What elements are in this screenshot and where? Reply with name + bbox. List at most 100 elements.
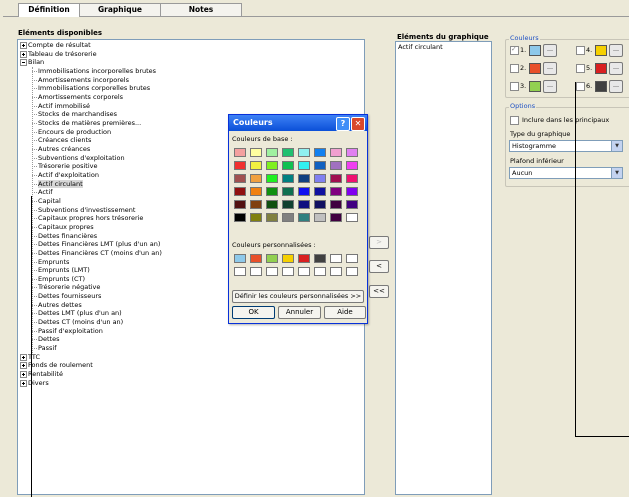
base-color-cell[interactable] [346,200,358,209]
tree-item[interactable]: Trésorerie négative [38,283,100,291]
tree-item[interactable]: Autres créances [38,145,90,153]
tree-item[interactable]: Subventions d'investissement [38,206,135,214]
color-swatch[interactable] [529,81,541,92]
base-color-cell[interactable] [330,200,342,209]
close-icon[interactable]: ✕ [351,117,365,131]
tree-item[interactable]: Capitaux propres hors trésorerie [38,214,143,222]
custom-color-cell[interactable] [266,254,278,263]
base-color-cell[interactable] [330,187,342,196]
base-color-cell[interactable] [266,148,278,157]
tree-item[interactable]: Amortissements corporels [38,93,123,101]
help-button[interactable]: Aide [324,306,366,319]
base-color-cell[interactable] [298,148,310,157]
tree-item[interactable]: Dettes LMT (plus d'un an) [38,309,122,317]
tree-item[interactable]: Dettes CT (moins d'un an) [38,318,123,326]
base-color-cell[interactable] [346,213,358,222]
custom-color-cell[interactable] [282,267,294,276]
base-color-cell[interactable] [314,148,326,157]
base-color-cell[interactable] [250,187,262,196]
custom-color-cell[interactable] [298,254,310,263]
base-color-cell[interactable] [314,187,326,196]
tree-item[interactable]: Dettes financières [38,232,97,240]
color-swatch[interactable] [595,81,607,92]
base-color-cell[interactable] [330,161,342,170]
include-main-checkbox[interactable] [510,116,519,125]
base-color-cell[interactable] [346,161,358,170]
define-custom-colors-button[interactable]: Définir les couleurs personnalisées >> [232,290,364,303]
tree-item[interactable]: Créances clients [38,136,91,144]
base-color-cell[interactable] [330,213,342,222]
tree-item[interactable]: Immobilisations corporelles brutes [38,84,150,92]
color-slot-checkbox[interactable] [510,64,519,73]
base-color-cell[interactable] [298,187,310,196]
tree-item[interactable]: Dettes Financières LMT (plus d'un an) [38,240,160,248]
base-color-cell[interactable] [330,174,342,183]
base-color-cell[interactable] [282,200,294,209]
expand-icon[interactable] [20,371,27,379]
tree-item[interactable]: Encours de production [38,128,111,136]
base-color-cell[interactable] [234,174,246,183]
color-slot-checkbox[interactable] [576,46,585,55]
color-picker-button[interactable]: … [609,62,623,75]
tree-item[interactable]: Trésorerie positive [38,162,97,170]
base-color-cell[interactable] [282,148,294,157]
color-slot-checkbox[interactable] [576,82,585,91]
color-picker-button[interactable]: … [543,62,557,75]
tree-item[interactable]: Dettes fournisseurs [38,292,101,300]
remove-element-button[interactable]: < [369,260,389,273]
color-slot-checkbox[interactable] [510,82,519,91]
tree-item[interactable]: Actif [38,188,53,196]
base-color-cell[interactable] [330,148,342,157]
tree-item[interactable]: Dettes Financières CT (moins d'un an) [38,249,162,257]
custom-color-cell[interactable] [234,254,246,263]
base-color-cell[interactable] [250,161,262,170]
base-color-cell[interactable] [234,148,246,157]
cancel-button[interactable]: Annuler [278,306,321,319]
expand-icon[interactable] [20,42,27,49]
custom-color-cell[interactable] [298,267,310,276]
base-color-cell[interactable] [282,187,294,196]
add-element-button[interactable]: > [369,236,389,249]
base-color-cell[interactable] [234,187,246,196]
color-slot-checkbox[interactable] [510,45,519,55]
base-color-cell[interactable] [234,213,246,222]
tree-item[interactable]: Capitaux propres [38,223,94,231]
base-color-cell[interactable] [250,174,262,183]
collapse-icon[interactable] [20,59,27,67]
tree-item[interactable]: Emprunts [38,258,69,266]
tree-item[interactable]: Actif d'exploitation [38,171,99,179]
tree-item[interactable]: Capital [38,197,61,205]
base-color-cell[interactable] [346,174,358,183]
chart-elements-list[interactable]: Actif circulant [395,41,492,495]
chart-type-select[interactable]: Histogramme ▼ [509,140,623,152]
base-color-cell[interactable] [266,187,278,196]
base-color-cell[interactable] [266,213,278,222]
list-item[interactable]: Actif circulant [398,43,443,51]
base-color-cell[interactable] [250,200,262,209]
color-slot-checkbox[interactable] [576,64,585,73]
tree-item[interactable]: Tableau de trésorerie [28,50,97,58]
base-color-cell[interactable] [266,200,278,209]
custom-color-cell[interactable] [314,254,326,263]
base-color-cell[interactable] [282,213,294,222]
tree-item[interactable]: Actif circulant [38,179,83,188]
expand-icon[interactable] [20,362,27,370]
tree-item[interactable]: Stocks de marchandises [38,110,117,118]
custom-color-cell[interactable] [346,267,358,276]
tree-item[interactable]: Immobilisations incorporelles brutes [38,67,156,75]
color-picker-button[interactable]: … [609,44,623,57]
color-picker-button[interactable]: … [543,80,557,93]
color-swatch[interactable] [595,63,607,74]
tree-item[interactable]: Subventions d'exploitation [38,154,125,162]
tree-item[interactable]: Actif immobilisé [38,102,90,110]
chevron-down-icon[interactable]: ▼ [611,141,622,151]
tree-item[interactable]: Passif [38,344,56,352]
chevron-down-icon[interactable]: ▼ [611,168,622,178]
custom-color-cell[interactable] [330,254,342,263]
tree-item[interactable]: Amortissements incorporels [38,76,129,84]
color-swatch[interactable] [529,45,541,56]
base-color-cell[interactable] [234,161,246,170]
expand-icon[interactable] [20,379,27,387]
base-color-cell[interactable] [250,213,262,222]
help-icon[interactable]: ? [336,117,350,131]
